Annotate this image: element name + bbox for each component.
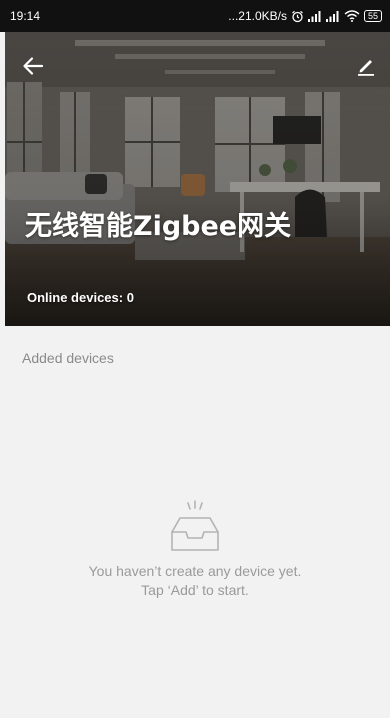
device-header: 无线智能Zigbee网关 Online devices: 0	[5, 32, 390, 326]
network-speed: ...21.0KB/s	[228, 9, 287, 23]
signal-icon-2	[326, 10, 340, 22]
empty-state-line-2: Tap ‘Add’ to start.	[141, 582, 249, 598]
device-title: 无线智能Zigbee网关	[25, 211, 292, 242]
added-devices-label: Added devices	[22, 350, 114, 366]
wifi-icon	[344, 10, 360, 22]
edit-button[interactable]	[354, 54, 378, 78]
online-devices-count: Online devices: 0	[27, 290, 134, 305]
empty-state-line-1: You haven’t create any device yet.	[88, 563, 302, 579]
arrow-left-icon	[23, 57, 44, 75]
battery-icon: 55	[364, 10, 382, 22]
status-indicators: ...21.0KB/s 55	[228, 9, 382, 23]
room-background-image	[5, 32, 390, 326]
pencil-icon	[358, 60, 374, 76]
back-button[interactable]	[21, 54, 45, 78]
empty-state-message: You haven’t create any device yet. Tap ‘…	[89, 562, 302, 600]
status-bar: 19:14 ...21.0KB/s 55	[0, 0, 390, 32]
empty-state: You haven’t create any device yet. Tap ‘…	[0, 500, 390, 600]
alarm-icon	[291, 10, 304, 23]
status-time: 19:14	[10, 9, 41, 23]
empty-inbox-icon	[171, 500, 219, 551]
signal-icon	[308, 10, 322, 22]
screen: 19:14 ...21.0KB/s 55 无线智能Zigbee网关 Online…	[0, 0, 390, 718]
